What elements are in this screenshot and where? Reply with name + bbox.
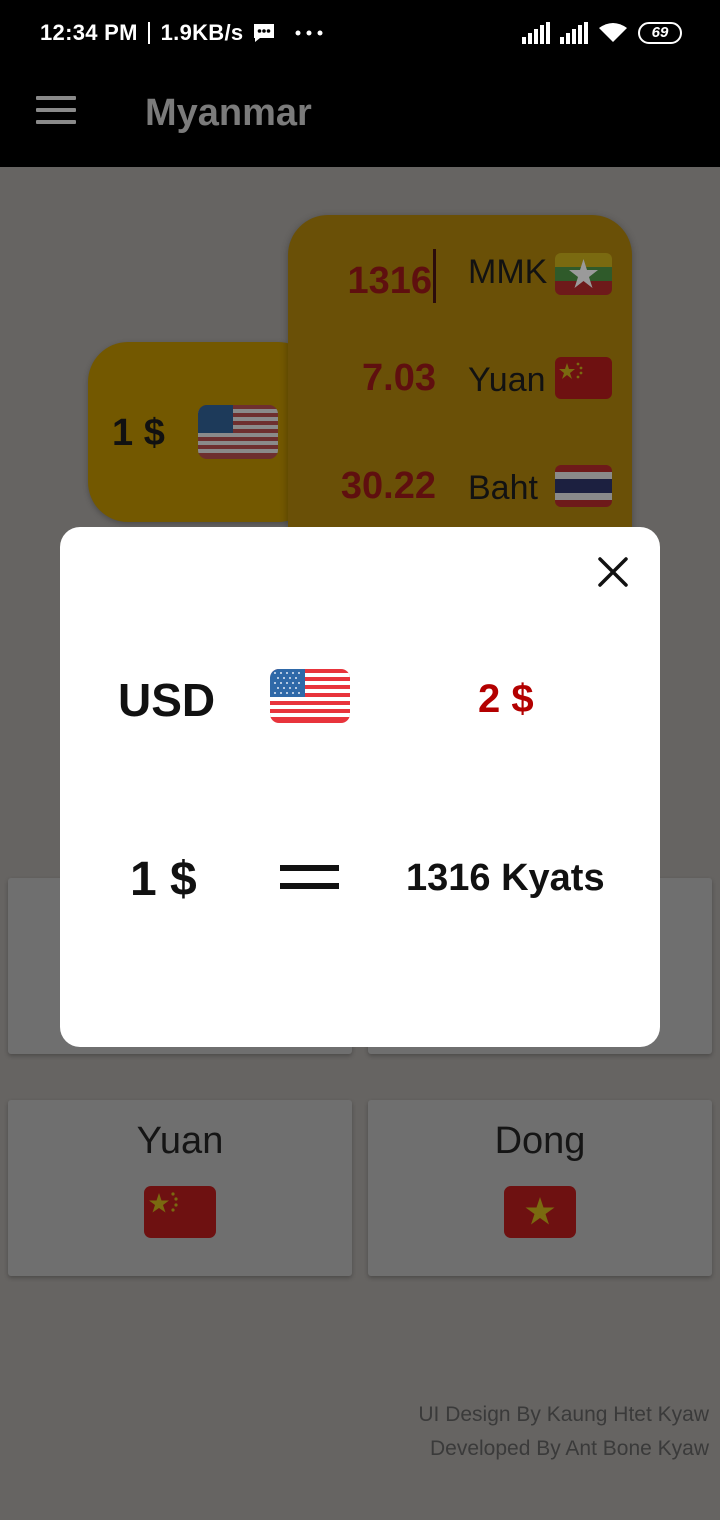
rate-label-yuan: Yuan (468, 361, 546, 399)
conversion-dialog: USD 2 $ 1 $ 1316 Kyats (60, 527, 660, 1047)
conversion-result: 1316 Kyats (406, 857, 605, 899)
currency-code: USD (118, 674, 216, 726)
rate-row-baht[interactable]: 30.22 Baht (288, 463, 632, 513)
status-bar: 12:34 PM 1.9KB/s 69 (0, 0, 720, 70)
app-bar: Myanmar (0, 70, 720, 167)
rate-row-yuan[interactable]: 7.03 Yuan (288, 355, 632, 405)
rate-value-mmk[interactable]: 1316 (347, 249, 436, 303)
china-flag-icon (144, 1186, 216, 1238)
close-icon[interactable] (596, 555, 630, 589)
signal-icon (560, 22, 588, 44)
tile-label-dong: Dong (494, 1120, 586, 1162)
app-title: Myanmar (145, 92, 312, 134)
status-clock: 12:34 PM (40, 20, 138, 45)
credit-design: UI Design By Kaung Htet Kyaw (418, 1403, 709, 1426)
myanmar-flag-icon (555, 253, 612, 295)
status-icons: 69 (522, 22, 682, 44)
usa-flag-icon (270, 669, 350, 723)
rate-label-baht: Baht (468, 469, 538, 507)
message-icon (253, 24, 274, 42)
text-cursor (433, 249, 436, 303)
vietnam-flag-icon (504, 1186, 576, 1238)
base-value: 1 $ (112, 412, 165, 454)
currency-tile-dong[interactable]: Dong (368, 1100, 712, 1276)
china-flag-icon (555, 357, 612, 399)
base-currency-card[interactable]: 1 $ (88, 342, 318, 522)
wifi-icon (599, 23, 627, 42)
rate-label-mmk: MMK (468, 253, 548, 291)
rates-card: 1316 MMK 7.03 Yuan 30.22 Baht (288, 215, 632, 545)
tile-label-yuan: Yuan (136, 1120, 224, 1162)
equals-icon (280, 865, 339, 891)
credit-developer: Developed By Ant Bone Kyaw (429, 1437, 709, 1460)
hamburger-menu-icon[interactable] (36, 96, 76, 126)
rate-value-baht: 30.22 (340, 465, 436, 507)
rate-row-mmk[interactable]: 1316 MMK (288, 247, 632, 303)
credits: UI Design By Kaung Htet Kyaw Developed B… (418, 1398, 709, 1466)
signal-icon (522, 22, 550, 44)
thailand-flag-icon (555, 465, 612, 507)
usa-flag-icon (198, 405, 278, 459)
status-time: 12:34 PM 1.9KB/s (40, 20, 324, 46)
battery-level: 69 (651, 24, 669, 41)
battery-icon: 69 (638, 22, 682, 44)
status-divider (148, 22, 151, 44)
rate-input-text: 1316 (347, 260, 432, 302)
status-network-speed: 1.9KB/s (160, 20, 244, 45)
base-amount: 1 $ (130, 853, 197, 906)
rate-value-yuan: 7.03 (362, 357, 436, 399)
converted-amount: 2 $ (478, 677, 534, 721)
currency-tile-yuan[interactable]: Yuan (8, 1100, 352, 1276)
more-dots-icon (295, 30, 323, 36)
